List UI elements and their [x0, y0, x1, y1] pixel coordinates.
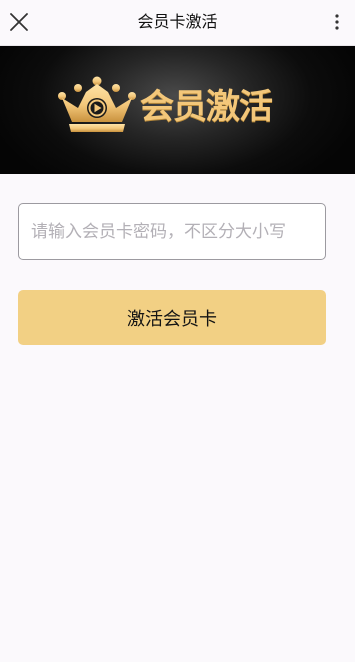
top-nav-bar: 会员卡激活	[0, 0, 355, 46]
membership-banner: 会员激活	[0, 46, 355, 174]
card-password-input[interactable]	[18, 203, 326, 260]
more-vertical-icon[interactable]	[325, 10, 349, 34]
page-title: 会员卡激活	[137, 12, 218, 31]
close-icon[interactable]	[6, 9, 32, 35]
banner-title: 会员激活	[140, 87, 273, 127]
crown-play-icon	[56, 76, 138, 136]
activate-card-button[interactable]: 激活会员卡	[18, 290, 326, 345]
